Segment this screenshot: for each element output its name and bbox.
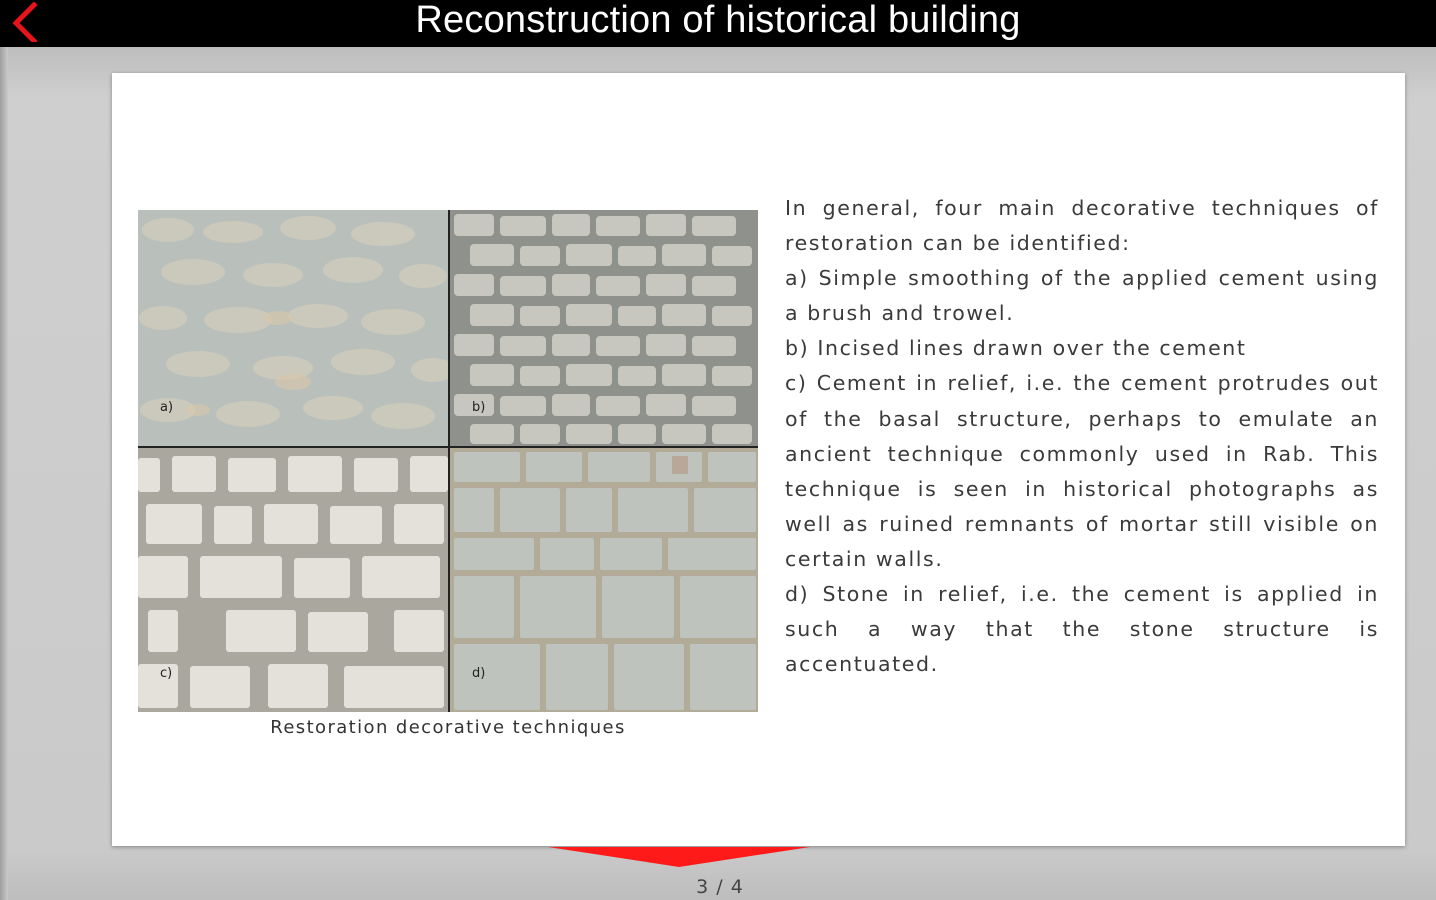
page-indicator-arrow-icon[interactable] xyxy=(548,847,810,867)
photo-panel-b: b) xyxy=(450,210,758,446)
paragraph: In general, four main decorative techniq… xyxy=(785,196,1379,256)
photo-panel-c: c) xyxy=(138,448,448,712)
panel-label: a) xyxy=(160,400,174,415)
restoration-figure: a) b) c) d) xyxy=(138,210,758,712)
panel-label: c) xyxy=(160,666,173,681)
photo-panel-a: a) xyxy=(138,210,448,446)
paragraph: c) Cement in relief, i.e. the cement pro… xyxy=(785,371,1379,571)
top-bar: Reconstruction of historical building xyxy=(0,0,1436,47)
photo-panel-d: d) xyxy=(450,448,758,712)
paragraph: d) Stone in relief, i.e. the cement is a… xyxy=(785,582,1379,677)
paragraph: a) Simple smoothing of the applied cemen… xyxy=(785,266,1379,326)
previous-page-edge[interactable] xyxy=(0,47,8,900)
panel-label: d) xyxy=(472,666,486,681)
panel-label: b) xyxy=(472,400,486,415)
body-text: In general, four main decorative techniq… xyxy=(785,191,1379,682)
paragraph: b) Incised lines drawn over the cement xyxy=(785,336,1247,361)
book-page: a) b) c) d) Restoration decorative techn… xyxy=(112,73,1405,846)
page-title: Reconstruction of historical building xyxy=(415,0,1021,41)
figure-caption: Restoration decorative techniques xyxy=(270,717,626,738)
page-number: 3 / 4 xyxy=(696,876,744,898)
